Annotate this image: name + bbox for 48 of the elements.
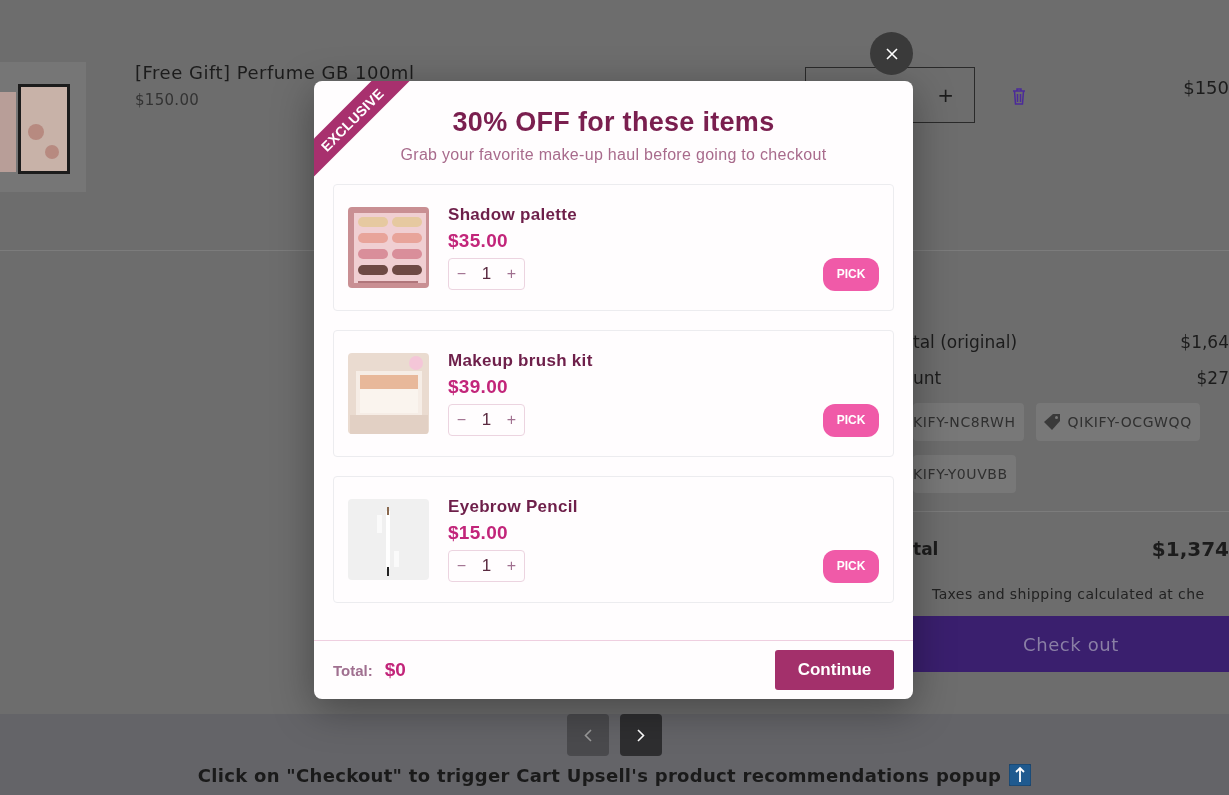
total-value: $0 <box>384 659 406 681</box>
increase-button[interactable]: + <box>506 265 517 283</box>
decrease-button[interactable]: − <box>456 557 467 575</box>
summary-label: unt <box>913 368 942 388</box>
product-name: Makeup brush kit <box>448 350 594 371</box>
product-price: $39.00 <box>448 375 509 398</box>
continue-button[interactable]: Continue <box>775 650 894 690</box>
next-button[interactable] <box>620 714 662 756</box>
decrease-button[interactable]: − <box>456 265 467 283</box>
up-arrow-icon <box>1009 764 1032 786</box>
summary-value: $1,64 <box>1180 332 1229 352</box>
pick-button[interactable]: PICK <box>823 549 879 583</box>
discount-code: KIFY-Y0UVBB <box>913 466 1008 482</box>
quantity-stepper[interactable]: − 1 + <box>448 550 525 582</box>
tax-note: Taxes and shipping calculated at che <box>932 586 1206 602</box>
product-price: $35.00 <box>448 229 509 252</box>
increase-button[interactable]: + <box>506 557 517 575</box>
tag-icon <box>1043 413 1062 431</box>
quantity-stepper[interactable]: − 1 + <box>448 404 525 436</box>
chevron-left-icon <box>584 728 592 742</box>
pick-button[interactable]: PICK <box>823 403 879 437</box>
product-title: [Free Gift] Perfume GB 100ml <box>135 62 416 83</box>
close-icon <box>885 47 898 60</box>
quantity-stepper[interactable]: − 1 + <box>448 258 525 290</box>
pick-button[interactable]: PICK <box>823 257 879 291</box>
summary-value: $27 <box>1196 368 1229 388</box>
popup-subtitle: Grab your favorite make-up haul before going to checkout <box>400 146 827 164</box>
quantity-value: 1 <box>481 410 492 430</box>
product-name: Eyebrow Pencil <box>448 496 579 517</box>
decrease-button[interactable]: − <box>456 411 467 429</box>
discount-code: KIFY-NC8RWH <box>913 414 1016 430</box>
quantity-value: 1 <box>481 264 492 284</box>
total-label: tal <box>913 539 939 559</box>
chevron-right-icon <box>637 728 645 742</box>
caption: Click on "Checkout" to trigger Cart Upsell's product recommendations popup <box>197 764 1002 786</box>
total-value: $1,374 <box>1151 537 1229 561</box>
total-label: Total: <box>333 661 373 679</box>
quantity-value: 1 <box>481 556 492 576</box>
product-name: Shadow palette <box>448 204 578 225</box>
trash-icon[interactable] <box>1012 88 1026 105</box>
checkout-button[interactable]: Check out <box>913 616 1229 672</box>
line-total: $150 <box>1183 77 1229 98</box>
popup-title: 30% OFF for these items <box>452 107 775 138</box>
close-button[interactable] <box>870 32 913 75</box>
product-price: $15.00 <box>448 521 509 544</box>
increase-button[interactable]: + <box>506 411 517 429</box>
summary-label: tal (original) <box>913 332 1018 352</box>
discount-code: QIKIFY-OCGWQQ <box>1067 414 1192 430</box>
